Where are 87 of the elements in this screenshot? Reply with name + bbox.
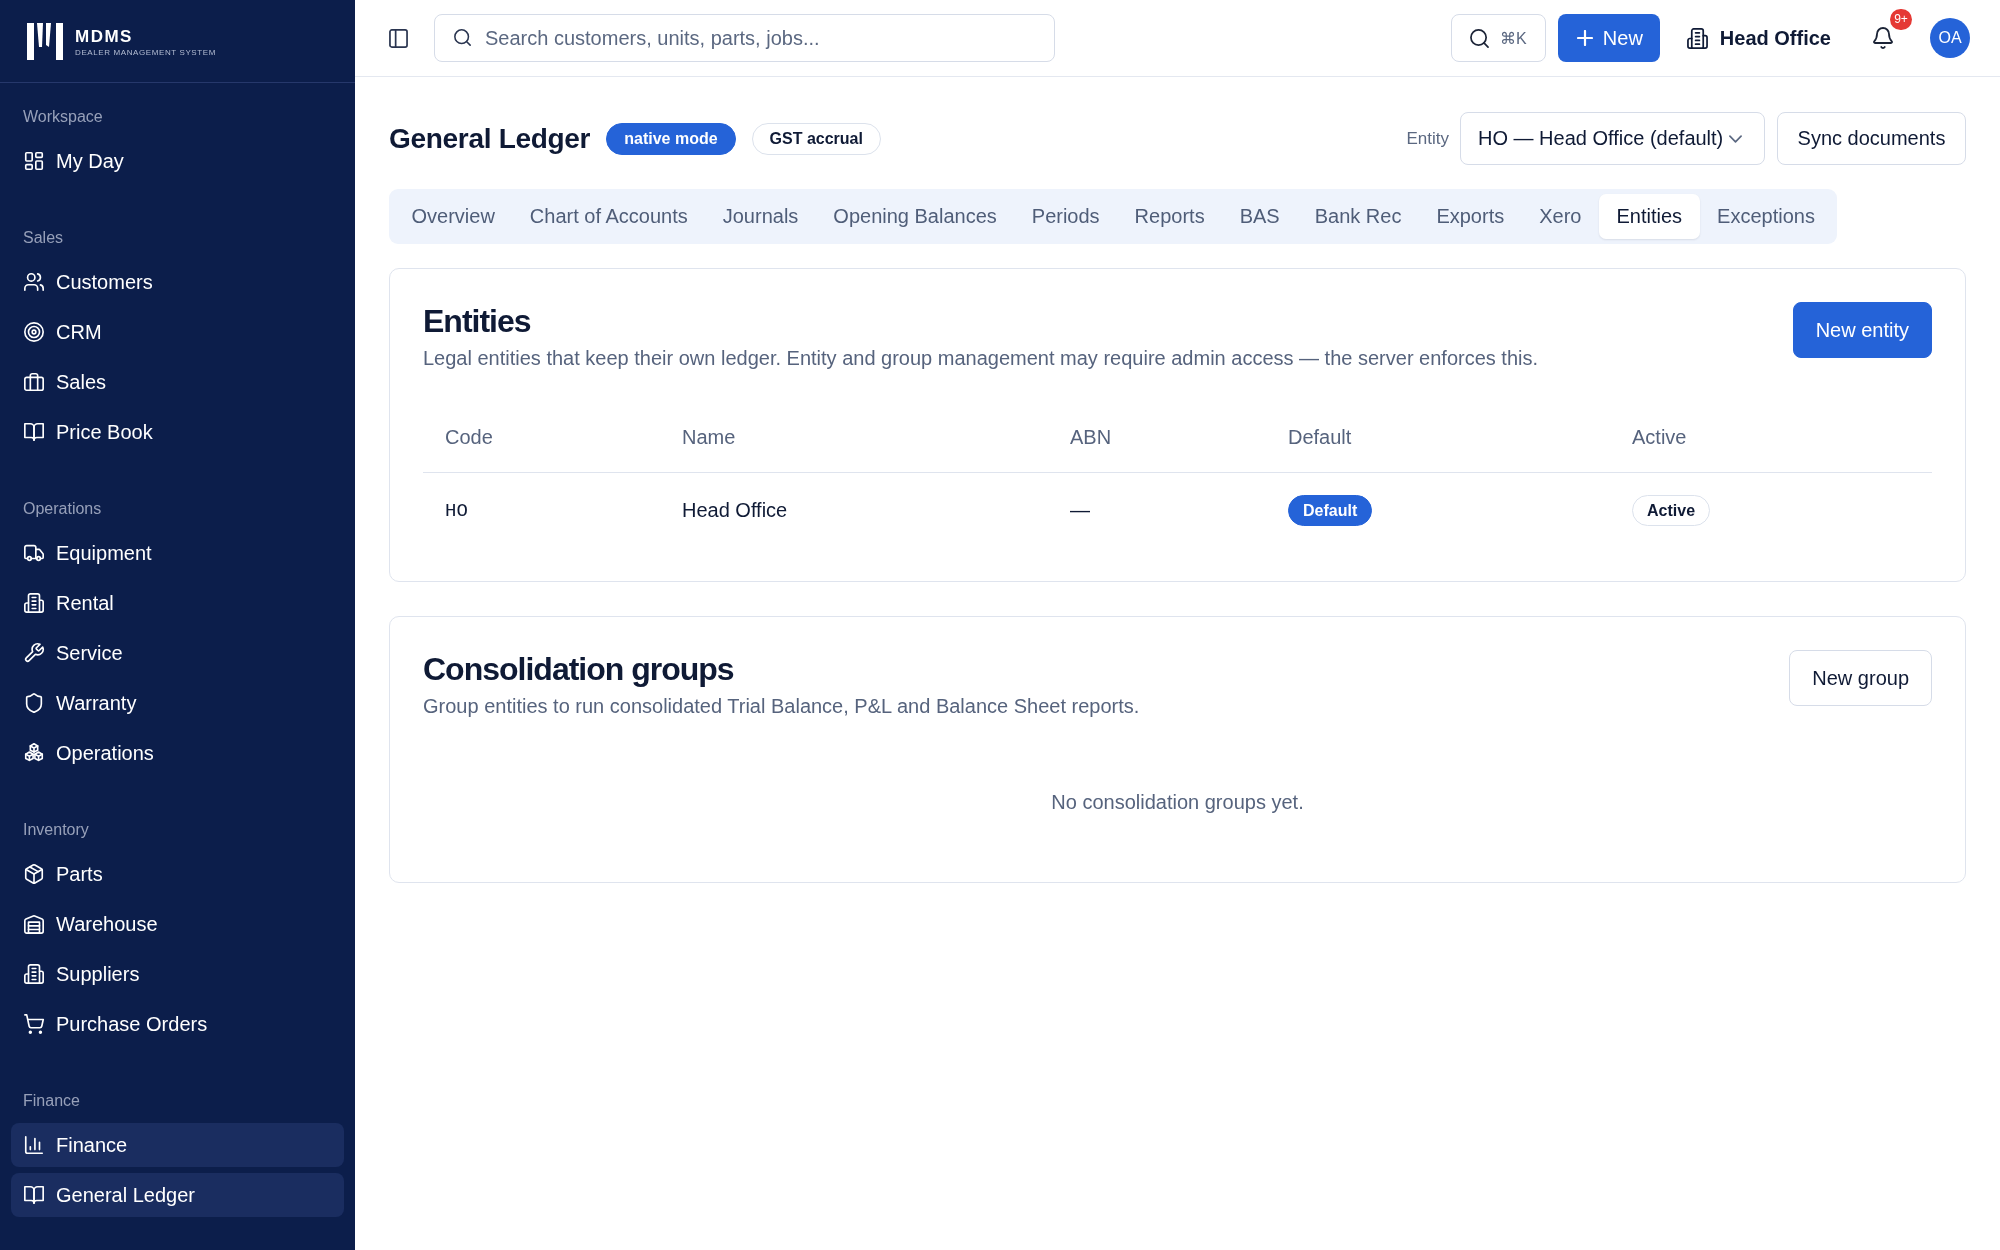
status-badge: native mode: [606, 122, 736, 155]
tab[interactable]: BAS: [1222, 194, 1298, 239]
chevron-down-icon: [1729, 134, 1742, 143]
secondary-button[interactable]: New group: [1789, 650, 1932, 706]
panel-icon[interactable]: [389, 28, 408, 48]
users-icon: [23, 271, 45, 293]
section-label: Workspace: [22, 107, 104, 127]
logo-icon: [27, 22, 63, 60]
building-icon: [23, 963, 45, 985]
column-header: Default: [1287, 426, 1352, 449]
new-button[interactable]: New: [1557, 14, 1660, 62]
box-icon: [23, 863, 45, 885]
sidebar-item[interactable]: CRM: [11, 310, 344, 354]
boxes-icon: [23, 742, 45, 764]
page-title: General Ledger: [389, 121, 591, 156]
shield-icon: [23, 692, 45, 714]
sidebar-item[interactable]: Warranty: [11, 681, 344, 725]
notification-badge: 9+: [1890, 9, 1912, 30]
empty-state-text: No consolidation groups yet.: [1050, 790, 1305, 814]
sidebar-item[interactable]: Customers: [11, 260, 344, 304]
column-header: Active: [1631, 426, 1687, 449]
wrench-icon: [23, 642, 45, 664]
sidebar-item[interactable]: General Ledger: [11, 1173, 344, 1217]
tab[interactable]: Reports: [1117, 194, 1223, 239]
bell-icon: [1873, 27, 1893, 49]
sidebar-item[interactable]: Sales: [11, 360, 344, 404]
briefcase-icon: [23, 371, 45, 393]
column-header: Code: [444, 426, 493, 449]
book-icon: [23, 421, 45, 443]
warehouse-icon: [23, 913, 45, 935]
tab[interactable]: Chart of Accounts: [512, 194, 706, 239]
building-icon: [1686, 27, 1708, 49]
table-cell-text: —: [1069, 499, 1090, 522]
search-icon: [1470, 28, 1489, 48]
column-header: ABN: [1069, 426, 1112, 449]
cart-icon: [23, 1013, 45, 1035]
location-button[interactable]: Head Office: [1686, 16, 1831, 60]
section-label: Inventory: [22, 820, 90, 840]
sync-documents-button[interactable]: Sync documents: [1777, 112, 1966, 165]
sidebar-item[interactable]: My Day: [11, 139, 344, 183]
card-description: Legal entities that keep their own ledger. Entity and group management may require admin access — the server enforces this.: [423, 346, 1539, 370]
card-title: Entities: [423, 302, 532, 340]
sidebar-item[interactable]: Service: [11, 631, 344, 675]
tab[interactable]: Overview: [394, 194, 513, 239]
book-icon: [23, 1184, 45, 1206]
grid-icon: [23, 150, 45, 172]
tab[interactable]: Periods: [1014, 194, 1118, 239]
tab[interactable]: Opening Balances: [815, 194, 1015, 239]
status-badge: Default: [1288, 495, 1373, 526]
card-title: Consolidation groups: [423, 650, 735, 688]
sidebar-item[interactable]: Price Book: [11, 410, 344, 454]
sidebar-item[interactable]: Equipment: [11, 531, 344, 575]
section-label: Finance: [22, 1091, 81, 1111]
section-label: Operations: [22, 499, 103, 519]
entity-dropdown[interactable]: HO — Head Office (default): [1460, 112, 1765, 165]
table-cell-text: Head Office: [681, 499, 788, 522]
sidebar-item[interactable]: Finance: [11, 1123, 344, 1167]
tab[interactable]: Journals: [705, 194, 816, 239]
sidebar-item[interactable]: Suppliers: [11, 952, 344, 996]
bar-chart-icon: [23, 1134, 45, 1156]
column-header: Name: [681, 426, 736, 449]
section-label: Sales: [22, 228, 65, 248]
sidebar-item[interactable]: Parts: [11, 852, 344, 896]
status-badge: GST accrual: [751, 122, 881, 155]
sidebar-item[interactable]: Purchase Orders: [11, 1002, 344, 1046]
search-field[interactable]: Search customers, units, parts, jobs...: [434, 14, 1055, 62]
tab[interactable]: Exports: [1418, 194, 1522, 239]
tab[interactable]: Bank Rec: [1297, 194, 1419, 239]
target-icon: [23, 321, 45, 343]
tab[interactable]: Entities: [1598, 194, 1700, 239]
plus-icon: [1576, 30, 1593, 46]
quick-search-button[interactable]: ⌘K: [1450, 14, 1546, 62]
building-icon: [23, 592, 45, 614]
logo-wordmark: MDMS: [75, 27, 134, 45]
user-avatar[interactable]: OA: [1930, 18, 1970, 58]
logo-tagline: DEALER MANAGEMENT SYSTEM: [75, 47, 216, 57]
sidebar-item[interactable]: Warehouse: [11, 902, 344, 946]
card-description: Group entities to run consolidated Trial Balance, P&L and Balance Sheet reports.: [423, 694, 1140, 718]
tab[interactable]: Exceptions: [1699, 194, 1833, 239]
entity-label: Entity: [1406, 128, 1449, 149]
tab[interactable]: Xero: [1521, 194, 1599, 239]
status-badge: Active: [1632, 495, 1711, 526]
sidebar-item[interactable]: Operations: [11, 731, 344, 775]
primary-button[interactable]: New entity: [1792, 302, 1932, 358]
truck-icon: [23, 542, 45, 564]
sidebar-item[interactable]: Rental: [11, 581, 344, 625]
table-cell-text: HO: [444, 499, 468, 522]
